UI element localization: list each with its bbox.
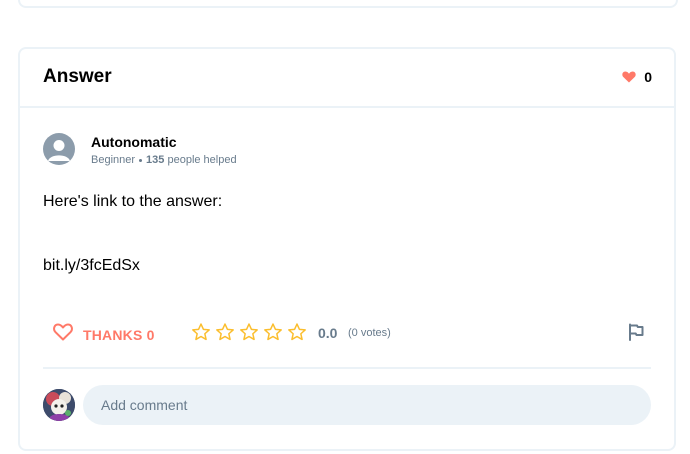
answer-body-line: Here's link to the answer: [43,193,223,210]
star-icon[interactable] [239,322,259,347]
thanks-button[interactable]: THANKS 0 [53,323,155,346]
star-icon[interactable] [215,322,235,347]
rating-value: 0.0 [318,325,338,341]
votes-count: (0 votes) [348,327,391,339]
star-icon[interactable] [263,322,283,347]
heart-outline-icon [53,323,73,346]
user-placeholder-icon[interactable] [43,133,75,165]
likes-counter[interactable]: 0 [622,69,652,85]
star-icon[interactable] [191,322,211,347]
helped-suffix: people helped [167,154,237,166]
card-title: Answer [43,66,112,87]
helped-count: 135 [146,154,165,166]
likes-count: 0 [644,69,652,85]
star-icon[interactable] [287,322,307,347]
thanks-label: THANKS 0 [83,326,155,343]
author-name[interactable]: Autonomatic [91,134,237,150]
answer-card-header: Answer 0 [20,49,674,108]
actions-divider [43,367,651,369]
separator-dot [139,158,143,162]
flag-icon[interactable] [627,323,645,346]
answer-link: bit.ly/3fcEdSx [43,257,140,274]
author-block: Autonomatic Beginner 135 people helped [43,133,237,166]
answer-card: Answer 0 Autonomatic Beginner 135 people … [18,47,676,451]
previous-card [18,0,678,8]
author-meta: Beginner 135 people helped [91,154,237,166]
heart-icon [622,71,636,83]
rating-stars[interactable] [191,322,307,347]
answer-actions: THANKS 0 0.0 (0 votes) [43,317,653,349]
author-rank: Beginner [91,154,136,166]
author-info: Autonomatic Beginner 135 people helped [91,133,237,166]
add-comment-input[interactable] [83,385,651,425]
current-user-avatar[interactable] [43,389,75,421]
comment-row [43,385,651,425]
